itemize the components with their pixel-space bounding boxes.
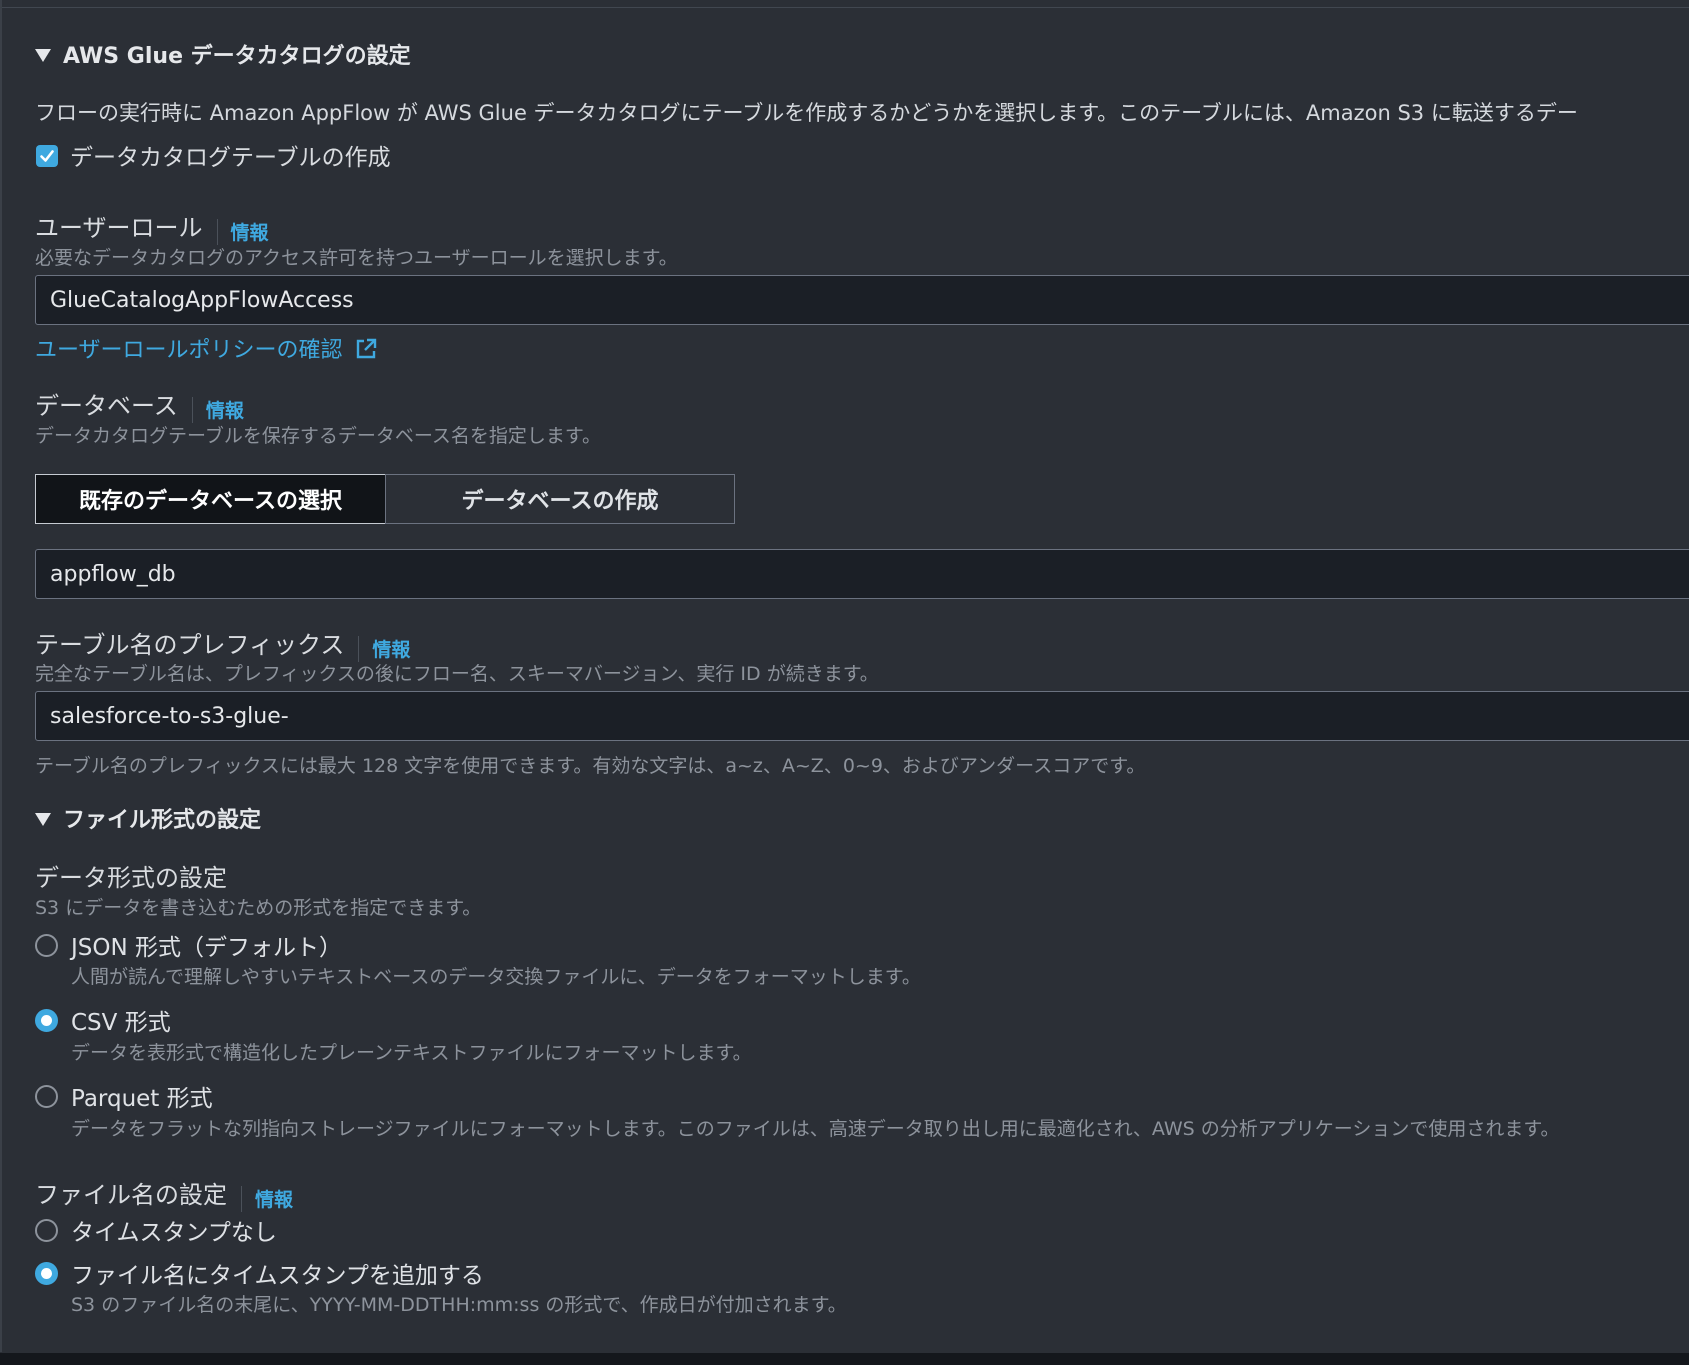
user-role-policy-link-row[interactable]: ユーザーロールポリシーの確認 <box>35 332 378 364</box>
file-format-section-toggle[interactable]: ファイル形式の設定 <box>35 802 261 834</box>
filename-label-row: ファイル名の設定 情報 <box>35 1175 293 1212</box>
database-info-link[interactable]: 情報 <box>206 400 244 422</box>
database-select[interactable]: appflow_db <box>35 549 1689 599</box>
info-divider <box>216 218 218 245</box>
csv-option-desc: データを表形式で構造化したプレーンテキストファイルにフォーマットします。 <box>71 1042 752 1064</box>
external-link-icon <box>356 338 376 359</box>
database-hint: データカタログテーブルを保存するデータベース名を指定します。 <box>35 425 602 447</box>
database-value: appflow_db <box>50 561 176 587</box>
table-prefix-label-row: テーブル名のプレフィックス 情報 <box>35 625 410 662</box>
caret-down-icon <box>35 48 51 62</box>
segment-create-database[interactable]: データベースの作成 <box>385 474 735 524</box>
radio-json[interactable] <box>35 934 58 957</box>
filename-label: ファイル名の設定 <box>35 1181 227 1209</box>
parquet-option-label[interactable]: Parquet 形式 <box>71 1079 213 1113</box>
user-role-policy-link[interactable]: ユーザーロールポリシーの確認 <box>35 338 343 363</box>
glue-section-toggle[interactable]: AWS Glue データカタログの設定 <box>35 38 411 70</box>
segment-existing-database[interactable]: 既存のデータベースの選択 <box>35 474 386 524</box>
user-role-label: ユーザーロール <box>35 214 203 242</box>
filename-info-link[interactable]: 情報 <box>255 1189 293 1211</box>
left-border <box>0 0 2 1352</box>
json-option-desc: 人間が読んで理解しやすいテキストベースのデータ交換ファイルに、データをフォーマッ… <box>71 966 921 988</box>
user-role-info-link[interactable]: 情報 <box>231 222 269 244</box>
info-divider <box>241 1185 242 1212</box>
radio-parquet[interactable] <box>35 1085 58 1108</box>
create-table-label[interactable]: データカタログテーブルの作成 <box>70 138 391 172</box>
add-timestamp-desc: S3 のファイル名の末尾に、YYYY-MM-DDTHH:mm:ss の形式で、作… <box>71 1294 847 1316</box>
info-divider <box>358 635 360 662</box>
table-prefix-input[interactable]: salesforce-to-s3-glue- <box>35 691 1689 741</box>
glue-description: フローの実行時に Amazon AppFlow が AWS Glue データカタ… <box>35 101 1578 125</box>
add-timestamp-label[interactable]: ファイル名にタイムスタンプを追加する <box>71 1256 484 1290</box>
parquet-option-desc: データをフラットな列指向ストレージファイルにフォーマットします。このファイルは、… <box>71 1118 1560 1140</box>
create-table-checkbox[interactable] <box>36 145 58 167</box>
json-option-label[interactable]: JSON 形式（デフォルト） <box>71 928 342 962</box>
radio-no-timestamp[interactable] <box>35 1219 58 1242</box>
database-label-row: データベース 情報 <box>35 386 244 423</box>
data-format-label: データ形式の設定 <box>35 864 227 892</box>
file-format-title: ファイル形式の設定 <box>63 808 262 833</box>
radio-add-timestamp[interactable] <box>35 1262 58 1285</box>
table-prefix-label: テーブル名のプレフィックス <box>35 631 345 659</box>
user-role-hint: 必要なデータカタログのアクセス許可を持つユーザーロールを選択します。 <box>35 247 678 269</box>
user-role-value: GlueCatalogAppFlowAccess <box>50 287 354 313</box>
glue-section-title: AWS Glue データカタログの設定 <box>63 44 411 69</box>
csv-option-label[interactable]: CSV 形式 <box>71 1003 171 1037</box>
radio-csv[interactable] <box>35 1009 58 1032</box>
checkmark-icon <box>40 150 54 162</box>
info-divider <box>191 396 193 423</box>
caret-down-icon <box>35 812 51 826</box>
data-format-hint: S3 にデータを書き込むための形式を指定できます。 <box>35 897 482 919</box>
table-prefix-info-link[interactable]: 情報 <box>372 639 410 661</box>
table-prefix-hint: 完全なテーブル名は、プレフィックスの後にフロー名、スキーマバージョン、実行 ID… <box>35 663 879 685</box>
user-role-label-row: ユーザーロール 情報 <box>35 208 269 245</box>
user-role-select[interactable]: GlueCatalogAppFlowAccess <box>35 275 1689 325</box>
top-divider <box>0 0 1689 8</box>
no-timestamp-label[interactable]: タイムスタンプなし <box>71 1213 277 1247</box>
table-prefix-constraint: テーブル名のプレフィックスには最大 128 文字を使用できます。有効な文字は、a… <box>35 755 1146 777</box>
bottom-bar <box>0 1353 1689 1365</box>
database-label: データベース <box>35 392 178 420</box>
table-prefix-value: salesforce-to-s3-glue- <box>50 703 289 729</box>
